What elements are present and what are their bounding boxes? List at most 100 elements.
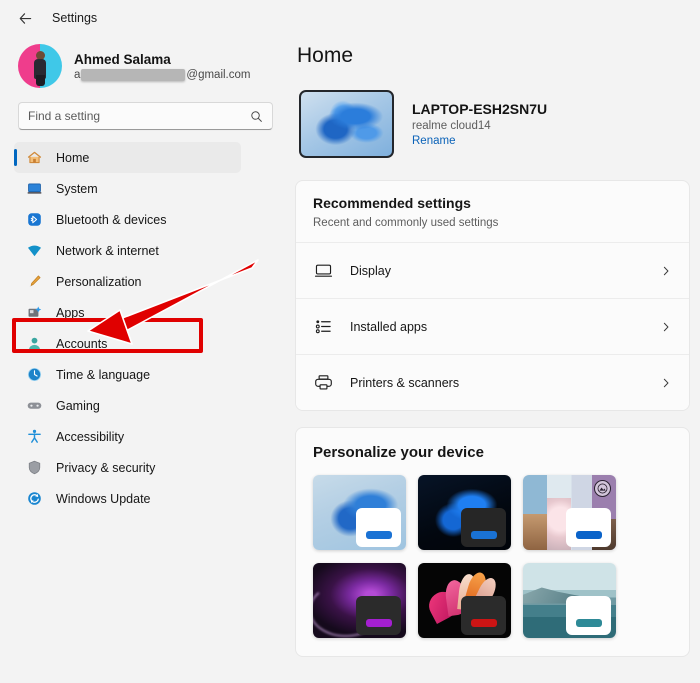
sidebar-item-gaming[interactable]: Gaming <box>14 390 241 421</box>
theme-windows-dark-bloom[interactable] <box>418 475 511 550</box>
theme-windows-light-bloom[interactable] <box>313 475 406 550</box>
theme-taskbar-preview <box>566 508 611 547</box>
sidebar-item-home[interactable]: Home <box>14 142 241 173</box>
email-prefix: a <box>74 69 80 81</box>
sidebar-item-personalization[interactable]: Personalization <box>14 266 241 297</box>
search-icon[interactable] <box>250 110 263 123</box>
gaming-controller-icon <box>26 397 43 414</box>
sidebar-item-label: Windows Update <box>56 492 151 506</box>
account-text: Ahmed Salama a @gmail.com <box>74 52 250 81</box>
device-model: realme cloud14 <box>412 120 547 132</box>
sidebar-item-system[interactable]: System <box>14 173 241 204</box>
theme-grid <box>296 475 689 656</box>
theme-accent-pill <box>576 619 602 627</box>
theme-accent-pill <box>366 619 392 627</box>
theme-taskbar-preview <box>566 596 611 635</box>
personalization-brush-icon <box>26 273 43 290</box>
theme-accent-pill <box>576 531 602 539</box>
body: Ahmed Salama a @gmail.com <box>0 36 700 683</box>
chevron-right-icon[interactable] <box>660 265 672 277</box>
personalize-title: Personalize your device <box>296 428 689 475</box>
recommended-subtitle: Recent and commonly used settings <box>313 217 672 229</box>
arrow-left-icon <box>18 11 33 26</box>
bluetooth-icon <box>26 211 43 228</box>
recommended-row-label: Display <box>350 264 643 278</box>
sidebar-item-windows-update[interactable]: Windows Update <box>14 483 241 514</box>
settings-window: Settings Ahmed Salama a @gmail.com <box>0 0 700 683</box>
sidebar-item-label: Personalization <box>56 275 141 289</box>
chevron-right-icon[interactable] <box>660 321 672 333</box>
account-email: a @gmail.com <box>74 69 250 81</box>
list-icon <box>313 317 333 337</box>
device-meta: LAPTOP-ESH2SN7U realme cloud14 Rename <box>412 101 547 147</box>
image-badge-icon <box>594 480 611 497</box>
sidebar-item-accounts[interactable]: Accounts <box>14 328 241 359</box>
sidebar-item-network-internet[interactable]: Network & internet <box>14 235 241 266</box>
theme-accent-pill <box>471 531 497 539</box>
sidebar-item-label: Accounts <box>56 337 107 351</box>
laptop-thumbnail <box>299 90 394 158</box>
sidebar-item-label: Network & internet <box>56 244 159 258</box>
theme-taskbar-preview <box>461 596 506 635</box>
recommended-header: Recommended settings Recent and commonly… <box>296 181 689 242</box>
recommended-row-display[interactable]: Display <box>296 242 689 298</box>
theme-taskbar-preview <box>356 596 401 635</box>
theme-photo-collage[interactable] <box>523 475 616 550</box>
page-title: Home <box>297 44 690 68</box>
time-language-icon <box>26 366 43 383</box>
recommended-row-label: Installed apps <box>350 320 643 334</box>
back-button[interactable] <box>14 7 36 29</box>
title-bar: Settings <box>0 0 700 36</box>
recommended-row-printers-scanners[interactable]: Printers & scanners <box>296 354 689 410</box>
printer-icon <box>313 373 333 393</box>
account-name: Ahmed Salama <box>74 52 250 67</box>
theme-purple-glow[interactable] <box>313 563 406 638</box>
recommended-row-label: Printers & scanners <box>350 376 643 390</box>
theme-accent-pill <box>471 619 497 627</box>
sidebar-item-bluetooth-devices[interactable]: Bluetooth & devices <box>14 204 241 235</box>
theme-taskbar-preview <box>356 508 401 547</box>
sidebar-item-label: Apps <box>56 306 85 320</box>
sidebar-nav: Home System <box>14 142 283 514</box>
shield-icon <box>26 459 43 476</box>
sidebar-item-apps[interactable]: Apps <box>14 297 241 328</box>
collage-panel-1 <box>523 514 549 550</box>
sidebar-item-label: Privacy & security <box>56 461 155 475</box>
sidebar-item-label: System <box>56 182 98 196</box>
recommended-title: Recommended settings <box>313 195 672 211</box>
personalize-card: Personalize your device <box>295 427 690 657</box>
search-box[interactable] <box>18 102 273 130</box>
avatar-legs <box>36 75 45 86</box>
device-summary: LAPTOP-ESH2SN7U realme cloud14 Rename <box>299 90 690 158</box>
email-redaction-bar <box>81 69 185 81</box>
search-input[interactable] <box>28 109 250 123</box>
apps-icon <box>26 304 43 321</box>
windows-update-icon <box>26 490 43 507</box>
rename-link[interactable]: Rename <box>412 135 547 147</box>
theme-accent-pill <box>366 531 392 539</box>
sidebar-item-label: Gaming <box>56 399 100 413</box>
sidebar-item-time-language[interactable]: Time & language <box>14 359 241 390</box>
avatar[interactable] <box>18 44 62 88</box>
device-name: LAPTOP-ESH2SN7U <box>412 101 547 117</box>
recommended-settings-card: Recommended settings Recent and commonly… <box>295 180 690 411</box>
sidebar-item-privacy-security[interactable]: Privacy & security <box>14 452 241 483</box>
recommended-row-installed-apps[interactable]: Installed apps <box>296 298 689 354</box>
system-icon <box>26 180 43 197</box>
sidebar-item-label: Bluetooth & devices <box>56 213 167 227</box>
main-content: Home LAPTOP-ESH2SN7U realme cloud14 Rena… <box>283 36 700 683</box>
accounts-icon <box>26 335 43 352</box>
theme-taskbar-preview <box>461 508 506 547</box>
monitor-icon <box>313 261 333 281</box>
account-block[interactable]: Ahmed Salama a @gmail.com <box>14 36 283 102</box>
wallpaper-bloom <box>301 92 392 156</box>
email-suffix: @gmail.com <box>186 69 250 81</box>
sidebar-item-accessibility[interactable]: Accessibility <box>14 421 241 452</box>
window-title: Settings <box>52 11 97 25</box>
chevron-right-icon[interactable] <box>660 377 672 389</box>
sidebar-item-label: Time & language <box>56 368 150 382</box>
theme-lake-landscape[interactable] <box>523 563 616 638</box>
theme-flower-petals[interactable] <box>418 563 511 638</box>
sidebar-item-label: Home <box>56 151 89 165</box>
sidebar-item-label: Accessibility <box>56 430 124 444</box>
